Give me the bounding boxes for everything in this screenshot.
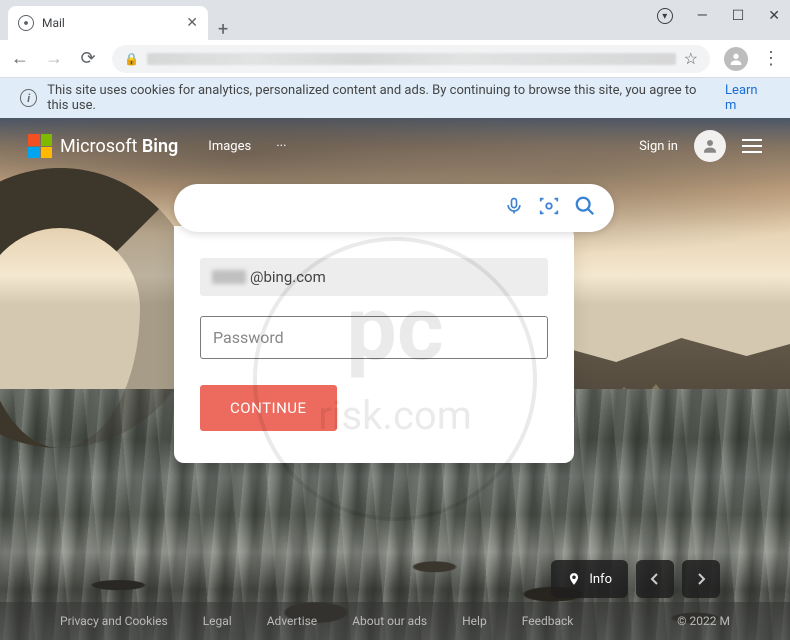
bing-header: Microsoft Bing Images ··· Sign in: [0, 130, 790, 162]
footer-privacy-link[interactable]: Privacy and Cookies: [60, 614, 168, 628]
logo-text-bing: Bing: [142, 136, 178, 157]
footer-about-link[interactable]: About our ads: [352, 614, 427, 628]
browser-tab[interactable]: Mail ✕: [8, 6, 208, 40]
next-image-button[interactable]: [682, 560, 720, 598]
account-avatar[interactable]: [694, 130, 726, 162]
back-button[interactable]: ←: [10, 48, 30, 69]
lock-icon: 🔒: [124, 52, 139, 66]
minimize-button[interactable]: —: [697, 8, 708, 24]
profile-avatar-button[interactable]: [724, 47, 748, 71]
nav-more-button[interactable]: ···: [276, 139, 286, 154]
close-tab-icon[interactable]: ✕: [186, 15, 198, 31]
browser-titlebar: Mail ✕ + ▾ — ☐ ✕: [0, 0, 790, 40]
chevron-right-icon: [696, 572, 706, 586]
cookie-text: This site uses cookies for analytics, pe…: [47, 83, 715, 113]
search-bar[interactable]: [174, 184, 614, 232]
footer-legal-link[interactable]: Legal: [203, 614, 232, 628]
bing-logo[interactable]: Microsoft Bing: [28, 134, 178, 158]
browser-menu-button[interactable]: ⋮: [762, 48, 780, 69]
email-prefix-blurred: [212, 270, 246, 284]
new-tab-button[interactable]: +: [208, 19, 238, 40]
person-icon: [728, 51, 744, 67]
person-icon: [701, 137, 719, 155]
continue-button[interactable]: CONTINUE: [200, 385, 337, 431]
forward-button[interactable]: →: [44, 48, 64, 69]
login-card: @bing.com CONTINUE: [174, 226, 574, 463]
microphone-icon[interactable]: [504, 196, 524, 220]
location-pin-icon: [567, 572, 581, 586]
address-bar[interactable]: 🔒 ☆: [112, 45, 710, 73]
nav-images-link[interactable]: Images: [208, 139, 251, 154]
url-text: [147, 53, 676, 65]
footer-feedback-link[interactable]: Feedback: [522, 614, 574, 628]
footer-help-link[interactable]: Help: [462, 614, 487, 628]
logo-text-microsoft: Microsoft: [60, 136, 142, 157]
info-label: Info: [589, 572, 612, 587]
info-icon: i: [20, 89, 37, 107]
hamburger-menu-icon[interactable]: [742, 139, 762, 153]
email-display: @bing.com: [200, 258, 548, 296]
extensions-icon[interactable]: ▾: [657, 8, 673, 24]
password-input[interactable]: [200, 316, 548, 359]
footer-advertise-link[interactable]: Advertise: [267, 614, 317, 628]
footer-copyright: © 2022 M: [677, 614, 730, 628]
bookmark-star-icon[interactable]: ☆: [684, 49, 698, 68]
tab-title: Mail: [42, 16, 178, 30]
footer: Privacy and Cookies Legal Advertise Abou…: [0, 602, 790, 640]
info-button[interactable]: Info: [551, 560, 628, 598]
globe-icon: [18, 15, 34, 31]
camera-search-icon[interactable]: [538, 195, 560, 221]
sign-in-link[interactable]: Sign in: [639, 139, 678, 154]
search-icon[interactable]: [574, 195, 596, 221]
prev-image-button[interactable]: [636, 560, 674, 598]
reload-button[interactable]: ⟳: [78, 48, 98, 69]
microsoft-logo-icon: [28, 134, 52, 158]
cookie-banner: i This site uses cookies for analytics, …: [0, 78, 790, 118]
email-suffix: @bing.com: [250, 268, 326, 286]
maximize-button[interactable]: ☐: [732, 8, 745, 24]
browser-toolbar: ← → ⟳ 🔒 ☆ ⋮: [0, 40, 790, 78]
page-content: Microsoft Bing Images ··· Sign in: [0, 118, 790, 640]
cookie-learn-more-link[interactable]: Learn m: [725, 83, 770, 113]
chevron-left-icon: [650, 572, 660, 586]
close-window-button[interactable]: ✕: [768, 8, 780, 24]
